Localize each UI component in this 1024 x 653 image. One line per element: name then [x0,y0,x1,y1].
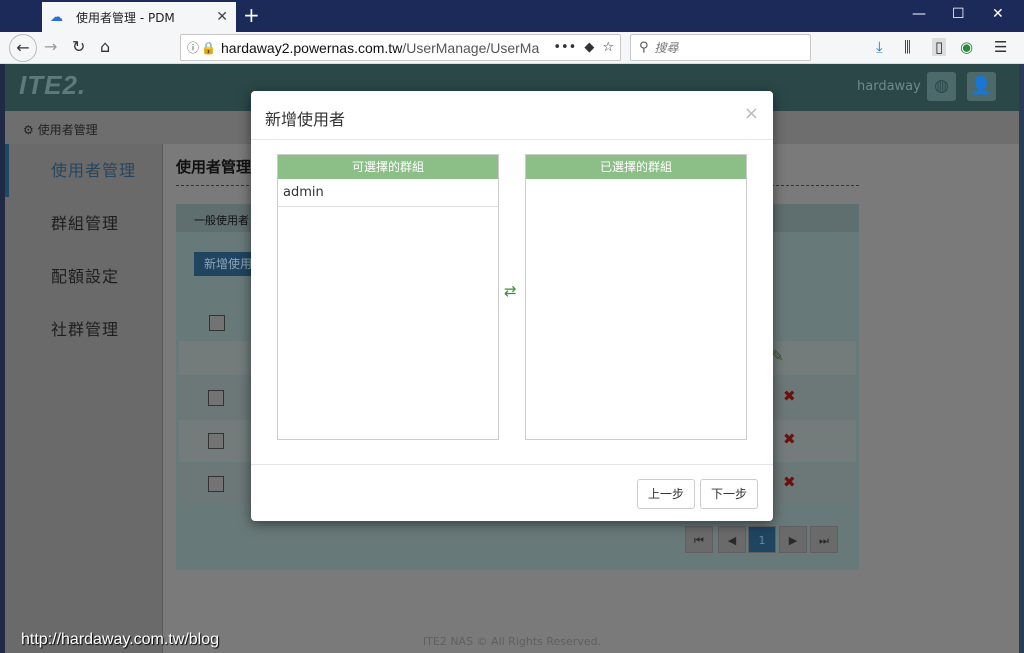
maximize-icon[interactable]: ☐ [952,6,965,22]
dialog-title: 新增使用者 [265,110,346,129]
browser-tab[interactable]: ☁ 使用者管理 - PDM ✕ [42,2,236,32]
breadcrumb-label: 使用者管理 [37,123,98,137]
pocket-icon[interactable]: ◆ [584,40,594,55]
previous-step-button[interactable]: 上一步 [637,479,696,509]
search-input[interactable] [654,40,795,55]
next-page-icon[interactable]: ▶ [779,526,807,553]
panel-label: 一般使用者 [194,214,249,227]
close-tab-icon[interactable]: ✕ [216,9,228,25]
dialog-footer: 上一步 下一步 [251,464,773,521]
globe-icon[interactable]: ◍ [927,72,956,101]
browser-navbar: ← → ↻ ⌂ ⓘ 🔒 hardaway2.powernas.com.tw/Us… [0,32,1024,64]
username: hardaway [857,79,921,94]
dialog-header: 新增使用者 × [251,91,773,140]
minimize-icon[interactable]: — [912,6,926,22]
reload-icon[interactable]: ↻ [72,37,85,56]
sidebar: 使用者管理 群組管理 配額設定 社群管理 [5,144,163,653]
bookmark-star-icon[interactable]: ☆ [602,40,614,55]
library-icon[interactable]: ⫼ [904,38,911,56]
page-number[interactable]: 1 [748,526,776,553]
delete-icon[interactable]: ✖ [783,473,796,491]
swap-arrows-icon[interactable]: ⇄ [504,282,517,300]
tab-title: 使用者管理 - PDM [76,10,175,25]
home-icon[interactable]: ⌂ [100,37,110,56]
row-checkbox[interactable] [208,433,224,449]
forward-arrow-icon[interactable]: → [44,37,57,56]
info-icon[interactable]: ⓘ [187,39,201,56]
selected-groups-list: 已選擇的群組 [525,154,747,440]
url-text[interactable]: hardaway2.powernas.com.tw/UserManage/Use… [221,40,545,56]
browser-titlebar: ☁ 使用者管理 - PDM ✕ + — ☐ ✕ [0,0,1024,32]
first-page-icon[interactable]: ⏮ [685,526,713,553]
insecure-lock-icon[interactable]: 🔒 [201,41,217,55]
delete-icon[interactable]: ✖ [783,387,796,405]
sidebar-item-users[interactable]: 使用者管理 [5,144,162,197]
add-user-button[interactable]: 新增使用 [194,252,254,276]
cloud-icon: ☁ [50,9,63,25]
app-logo: ITE2. [19,70,87,100]
selected-groups-header: 已選擇的群組 [526,155,746,179]
next-step-button[interactable]: 下一步 [700,479,759,509]
last-page-icon[interactable]: ⏭ [810,526,838,553]
close-window-icon[interactable]: ✕ [992,6,1004,22]
sidebar-item-community[interactable]: 社群管理 [5,303,162,356]
page-title: 使用者管理 [176,158,252,176]
back-arrow-icon[interactable]: ← [9,34,37,62]
menu-icon[interactable]: ☰ [994,38,1007,56]
url-bar[interactable]: ⓘ 🔒 hardaway2.powernas.com.tw/UserManage… [180,34,621,61]
row-checkbox[interactable] [208,476,224,492]
user-icon[interactable]: 👤 [967,72,996,101]
list-item[interactable]: admin [278,179,498,207]
sidebar-item-quota[interactable]: 配額設定 [5,250,162,303]
available-groups-header: 可選擇的群組 [278,155,498,179]
watermark: http://hardaway.com.tw/blog [21,631,220,648]
new-tab-icon[interactable]: + [243,3,260,27]
page-actions-icon[interactable]: ••• [553,40,576,55]
desktop-edge [1019,64,1024,653]
download-icon[interactable]: ⤓ [876,38,883,56]
sidebar-item-groups[interactable]: 群組管理 [5,197,162,250]
prev-page-icon[interactable]: ◀ [718,526,746,553]
delete-icon[interactable]: ✖ [783,430,796,448]
extension-icon[interactable]: ◉ [960,38,973,56]
select-all-checkbox[interactable] [209,315,225,331]
available-groups-list: 可選擇的群組 admin [277,154,499,440]
add-user-dialog: 新增使用者 × 可選擇的群組 admin ⇄ 已選擇的群組 上一步 下一步 [251,91,773,521]
row-checkbox[interactable] [208,390,224,406]
url-host: hardaway2.powernas.com.tw [221,39,403,56]
close-icon[interactable]: × [744,103,759,124]
search-icon: ⚲ [639,40,649,55]
url-path: /UserManage/UserMa [402,39,540,56]
gear-icon: ⚙ [23,123,34,137]
sidebar-toggle-icon[interactable]: ▯ [932,38,947,56]
search-box[interactable]: ⚲ [630,34,811,61]
